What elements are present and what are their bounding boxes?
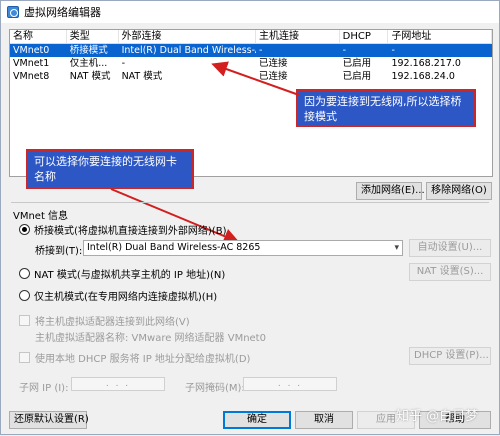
bridged-to-select[interactable]: Intel(R) Dual Band Wireless-AC 8265 ▾ bbox=[83, 240, 403, 256]
column-header[interactable]: 名称 bbox=[10, 30, 67, 43]
subnet-mask-input[interactable]: . . . bbox=[243, 377, 337, 391]
table-cell: 已连接 bbox=[258, 58, 288, 69]
restore-defaults-button[interactable]: 还原默认设置(R) bbox=[9, 411, 89, 429]
table-cell: 192.168.24.0 bbox=[391, 71, 455, 82]
subnet-mask-label: 子网掩码(M): bbox=[185, 383, 245, 394]
bridged-mode-label: 桥接模式(将虚拟机直接连接到外部网络)(B) bbox=[34, 226, 227, 237]
table-cell: 已启用 bbox=[342, 58, 372, 69]
table-cell: - bbox=[342, 45, 347, 56]
dhcp-settings-button[interactable]: DHCP 设置(P)... bbox=[409, 347, 491, 365]
table-row-vmnet1[interactable]: VMnet1 仅主机... - 已连接 已启用 192.168.217.0 bbox=[10, 57, 492, 70]
table-cell: - bbox=[391, 45, 395, 56]
table-cell: VMnet0 bbox=[13, 45, 50, 56]
table-cell: NAT 模式 bbox=[69, 71, 111, 82]
connect-host-adapter-label: 将主机虚拟适配器连接到此网络(V) bbox=[35, 317, 190, 328]
host-only-option[interactable]: 仅主机模式(在专用网络内连接虚拟机)(H) bbox=[19, 288, 217, 303]
radio-icon[interactable] bbox=[19, 290, 30, 301]
window-title: 虚拟网络编辑器 bbox=[24, 6, 101, 19]
table-cell: - bbox=[258, 45, 263, 56]
table-cell: VMnet8 bbox=[13, 71, 50, 82]
title-bar: 虚拟网络编辑器 bbox=[1, 1, 499, 23]
column-header[interactable]: 类型 bbox=[67, 30, 119, 43]
table-cell: 已启用 bbox=[342, 71, 372, 82]
connect-host-adapter-option[interactable]: 将主机虚拟适配器连接到此网络(V) bbox=[19, 313, 190, 328]
use-local-dhcp-option[interactable]: 使用本地 DHCP 服务将 IP 地址分配给虚拟机(D) bbox=[19, 350, 250, 365]
table-cell: 已连接 bbox=[258, 71, 288, 82]
bridged-to-label: 桥接到(T): bbox=[35, 246, 83, 257]
table-row-vmnet8[interactable]: VMnet8 NAT 模式 NAT 模式 已连接 已启用 192.168.24.… bbox=[10, 70, 492, 83]
adapter-callout: 可以选择你要连接的无线网卡名称 bbox=[26, 149, 194, 189]
bridged-to-value: Intel(R) Dual Band Wireless-AC 8265 bbox=[87, 242, 261, 253]
host-adapter-name: 主机虚拟适配器名称: VMware 网络适配器 VMnet0 bbox=[35, 333, 266, 344]
nat-settings-button[interactable]: NAT 设置(S)... bbox=[409, 263, 491, 281]
cancel-button[interactable]: 取消 bbox=[295, 411, 353, 429]
group-divider bbox=[11, 202, 489, 203]
table-cell: 192.168.217.0 bbox=[391, 58, 461, 69]
vmnet-info-title: VMnet 信息 bbox=[13, 211, 69, 222]
column-header[interactable]: 外部连接 bbox=[119, 30, 256, 43]
radio-icon[interactable] bbox=[19, 268, 30, 279]
remove-network-button[interactable]: 移除网络(O) bbox=[426, 182, 492, 200]
subnet-ip-label: 子网 IP (I): bbox=[19, 383, 69, 394]
table-row-vmnet0[interactable]: VMnet0 桥接模式 Intel(R) Dual Band Wireless-… bbox=[10, 44, 492, 57]
virtual-network-editor-window: 虚拟网络编辑器 名称 类型 外部连接 主机连接 DHCP 子网地址 VMnet0… bbox=[0, 0, 500, 435]
checkbox[interactable] bbox=[19, 315, 30, 326]
checkbox[interactable] bbox=[19, 352, 30, 363]
use-local-dhcp-label: 使用本地 DHCP 服务将 IP 地址分配给虚拟机(D) bbox=[35, 354, 251, 365]
table-cell: 桥接模式 bbox=[69, 45, 108, 56]
table-cell: 仅主机... bbox=[69, 58, 108, 69]
column-header[interactable]: 主机连接 bbox=[256, 30, 340, 43]
column-header[interactable]: 子网地址 bbox=[388, 30, 492, 43]
table-cell: VMnet1 bbox=[13, 58, 50, 69]
table-cell: NAT 模式 bbox=[121, 71, 163, 82]
nat-mode-option[interactable]: NAT 模式(与虚拟机共享主机的 IP 地址)(N) bbox=[19, 266, 225, 281]
table-cell: - bbox=[121, 58, 125, 69]
subnet-ip-input[interactable]: . . . bbox=[71, 377, 165, 391]
radio-icon[interactable] bbox=[19, 224, 30, 235]
app-icon bbox=[7, 6, 19, 18]
table-cell: Intel(R) Dual Band Wireless-A... bbox=[121, 45, 256, 56]
nat-mode-label: NAT 模式(与虚拟机共享主机的 IP 地址)(N) bbox=[34, 270, 226, 281]
column-header[interactable]: DHCP bbox=[340, 30, 389, 43]
bridged-mode-option[interactable]: 桥接模式(将虚拟机直接连接到外部网络)(B) bbox=[19, 222, 226, 237]
chevron-down-icon: ▾ bbox=[394, 243, 399, 253]
watermark: 知乎 @白日梦 bbox=[396, 409, 479, 424]
bridge-mode-callout: 因为要连接到无线网,所以选择桥接模式 bbox=[296, 89, 476, 127]
host-only-label: 仅主机模式(在专用网络内连接虚拟机)(H) bbox=[34, 292, 218, 303]
auto-settings-button[interactable]: 自动设置(U)... bbox=[409, 239, 491, 257]
ok-button[interactable]: 确定 bbox=[223, 411, 291, 429]
add-network-button[interactable]: 添加网络(E)... bbox=[356, 182, 425, 200]
table-header: 名称 类型 外部连接 主机连接 DHCP 子网地址 bbox=[10, 30, 492, 44]
